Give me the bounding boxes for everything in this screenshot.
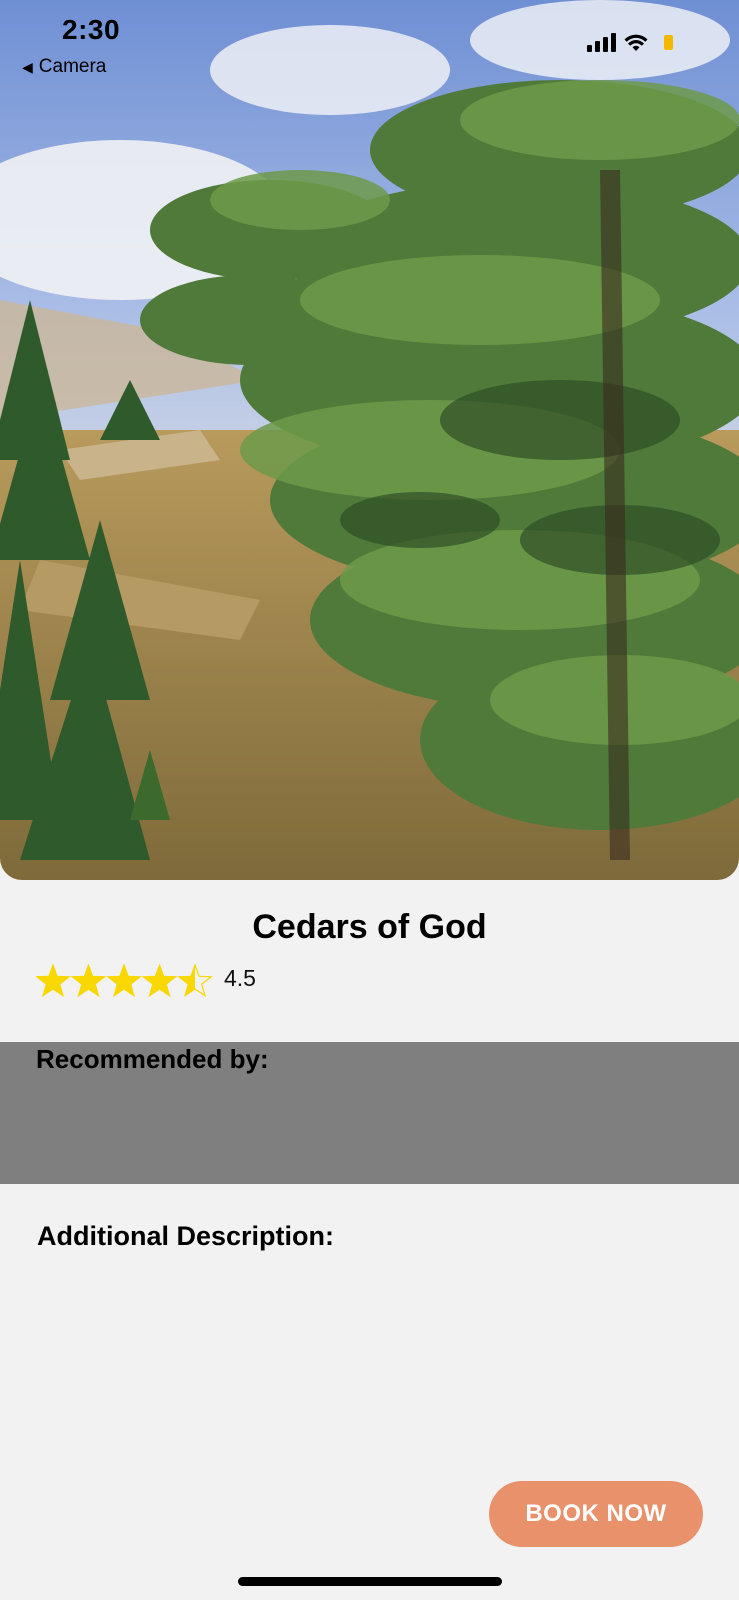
rating: 4.5 — [36, 964, 256, 1000]
status-time: 2:30 — [62, 14, 121, 45]
signal-icon — [587, 32, 616, 52]
recommended-by-label: Recommended by: — [36, 1044, 269, 1074]
battery-icon — [664, 35, 673, 50]
additional-description-label: Additional Description: — [37, 1221, 334, 1251]
back-to-camera-link[interactable]: ◀ Camera — [22, 56, 106, 78]
back-label: Camera — [38, 56, 107, 77]
rating-value: 4.5 — [224, 964, 256, 991]
rating-stars — [36, 964, 213, 998]
wifi-icon — [624, 34, 648, 51]
star-icon — [141, 964, 178, 998]
star-icon — [70, 964, 107, 998]
status-indicators — [587, 32, 673, 52]
star-icon — [36, 964, 71, 998]
star-icon — [106, 964, 142, 998]
hero-image — [0, 0, 739, 880]
back-arrow-icon: ◀ — [22, 58, 33, 75]
book-now-button[interactable]: BOOK NOW — [489, 1481, 703, 1547]
place-title: Cedars of God — [252, 908, 487, 946]
home-indicator — [238, 1577, 502, 1586]
